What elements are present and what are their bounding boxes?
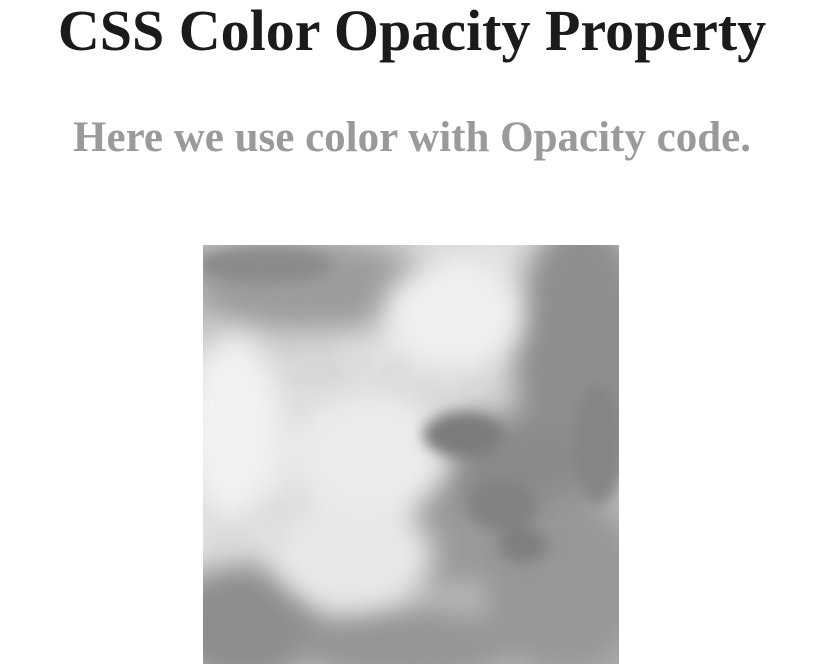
opacity-subtitle: Here we use color with Opacity code. [73, 114, 751, 161]
page-title: CSS Color Opacity Property [57, 0, 767, 63]
cloudy-sky-image [203, 245, 619, 664]
